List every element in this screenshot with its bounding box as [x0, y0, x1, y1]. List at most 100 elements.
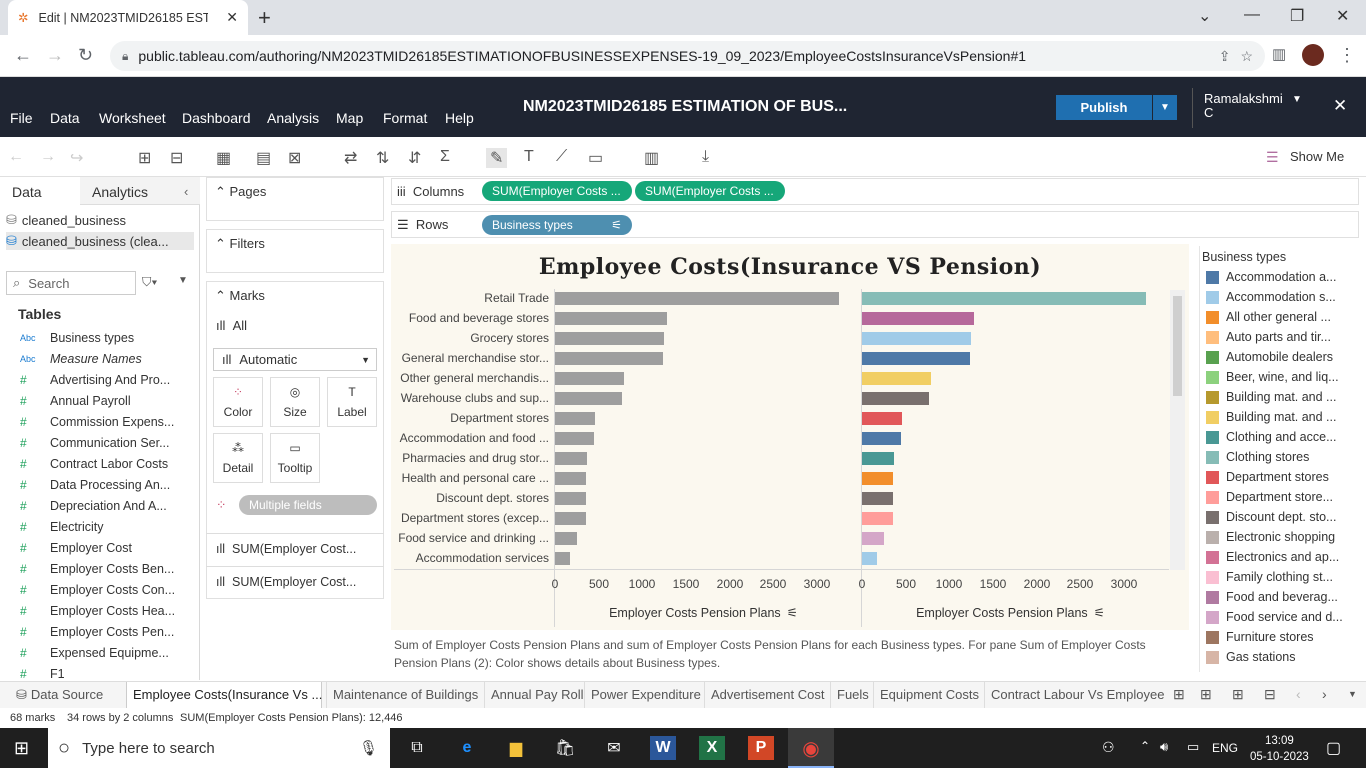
data-source-tab[interactable]: ⛁ Data Source — [10, 682, 120, 708]
rows-pill[interactable]: Business types ⚟ — [482, 215, 632, 235]
legend-item[interactable]: Food service and d... — [1206, 610, 1356, 624]
bar[interactable] — [862, 352, 970, 365]
reload-icon[interactable]: ↻ — [78, 45, 93, 66]
legend-item[interactable]: Beer, wine, and liq... — [1206, 370, 1356, 384]
field-item[interactable]: # Employer Cost — [20, 537, 190, 558]
sheet-tab[interactable]: Annual Pay Roll — [484, 682, 584, 708]
legend-item[interactable]: Food and beverag... — [1206, 590, 1356, 604]
bar[interactable] — [862, 332, 971, 345]
publish-dropdown-icon[interactable]: ▼ — [1153, 95, 1177, 120]
field-item[interactable]: # Electricity — [20, 516, 190, 537]
redo-icon[interactable]: → — [40, 148, 56, 166]
swap-icon[interactable]: ⇄ — [344, 148, 357, 168]
duplicate-sheet-icon[interactable]: ▤ — [256, 148, 271, 168]
fit-icon[interactable]: ▭ — [588, 148, 603, 168]
legend-item[interactable]: Automobile dealers — [1206, 350, 1356, 364]
bar[interactable] — [555, 432, 594, 445]
new-datasource-icon[interactable]: ⊞ — [138, 148, 151, 168]
menu-file[interactable]: File — [10, 110, 33, 126]
legend-item[interactable]: Clothing and acce... — [1206, 430, 1356, 444]
scroll-left-icon[interactable]: ‹ — [1296, 686, 1301, 702]
legend-item[interactable]: Discount dept. sto... — [1206, 510, 1356, 524]
legend-item[interactable]: Family clothing st... — [1206, 570, 1356, 584]
bar[interactable] — [862, 492, 893, 505]
user-menu[interactable]: Ramalakshmi C — [1204, 92, 1284, 120]
legend-item[interactable]: Electronic shopping — [1206, 530, 1356, 544]
bar[interactable] — [862, 292, 1146, 305]
sheet-tab[interactable]: Maintenance of Buildings — [326, 682, 478, 708]
detail-button[interactable]: ⁂ Detail — [213, 433, 263, 483]
legend-item[interactable]: Electronics and ap... — [1206, 550, 1356, 564]
bar[interactable] — [862, 452, 894, 465]
word-icon[interactable]: W — [650, 736, 676, 760]
bar[interactable] — [862, 312, 974, 325]
measure-tab-1[interactable]: ıll SUM(Employer Cost... — [216, 542, 356, 556]
menu-dashboard[interactable]: Dashboard — [182, 110, 251, 126]
filter-fields-icon[interactable]: ⛉▾ — [142, 275, 157, 290]
legend-item[interactable]: Department stores — [1206, 470, 1356, 484]
legend-item[interactable]: Clothing stores — [1206, 450, 1356, 464]
bookmark-star-icon[interactable]: ☆ — [1240, 48, 1253, 65]
color-button[interactable]: ⁘ Color — [213, 377, 263, 427]
replay-icon[interactable]: ↪ — [70, 148, 83, 168]
field-item[interactable]: Abc Business types — [20, 327, 190, 348]
notifications-icon[interactable]: ▢ — [1326, 738, 1341, 758]
excel-icon[interactable]: X — [699, 736, 725, 760]
field-search-input[interactable]: ⌕ Search — [6, 271, 136, 295]
battery-icon[interactable]: ▭ — [1187, 739, 1199, 755]
bar[interactable] — [555, 552, 570, 565]
microphone-icon[interactable]: 🎙︎ — [359, 739, 378, 757]
sort-asc-icon[interactable]: ⇅ — [376, 148, 389, 168]
sort-desc-icon[interactable]: ⇵ — [408, 148, 421, 168]
measure-tab-2[interactable]: ıll SUM(Employer Cost... — [216, 575, 356, 589]
label-button[interactable]: T Label — [327, 377, 377, 427]
legend-item[interactable]: Gas stations — [1206, 650, 1356, 664]
bar[interactable] — [555, 532, 577, 545]
taskbar-search[interactable]: ○ Type here to search 🎙︎ — [48, 728, 390, 768]
close-authoring-icon[interactable]: ✕ — [1333, 96, 1347, 116]
bar[interactable] — [862, 392, 929, 405]
back-icon[interactable]: ← — [14, 45, 32, 66]
format-icon[interactable]: ⟋ — [556, 148, 567, 166]
legend-item[interactable]: Building mat. and ... — [1206, 410, 1356, 424]
scroll-right-icon[interactable]: › — [1322, 686, 1327, 702]
field-item[interactable]: # Communication Ser... — [20, 432, 190, 453]
columns-pill-1[interactable]: SUM(Employer Costs ... — [482, 181, 632, 201]
sheet-tab[interactable]: Power Expenditure — [584, 682, 701, 708]
minimize-icon[interactable]: — — [1244, 6, 1260, 24]
legend-item[interactable]: Accommodation a... — [1206, 270, 1356, 284]
bar[interactable] — [862, 412, 902, 425]
bar[interactable] — [555, 312, 667, 325]
pane-menu-icon[interactable]: ▼ — [178, 275, 188, 286]
presentation-icon[interactable]: ▥ — [644, 148, 659, 168]
window-close-icon[interactable]: ✕ — [1336, 6, 1349, 26]
publish-button[interactable]: Publish — [1056, 95, 1152, 120]
bar[interactable] — [555, 412, 595, 425]
sort-icon[interactable]: ⚟ — [1094, 606, 1105, 620]
sheet-menu-icon[interactable]: ▼ — [1348, 689, 1357, 699]
multiple-fields-pill[interactable]: Multiple fields — [239, 495, 377, 515]
columns-pill-2[interactable]: SUM(Employer Costs ... — [635, 181, 785, 201]
bar[interactable] — [862, 552, 877, 565]
bar[interactable] — [862, 512, 893, 525]
sheet-tab[interactable]: Fuels — [830, 682, 869, 708]
edge-icon[interactable]: e — [454, 736, 480, 760]
address-bar[interactable]: 🔒︎ public.tableau.com/authoring/NM2023TM… — [110, 41, 1265, 71]
bar[interactable] — [555, 492, 586, 505]
bar[interactable] — [555, 372, 624, 385]
people-icon[interactable]: ⚇ — [1102, 739, 1115, 756]
new-tab-icon[interactable]: + — [258, 5, 271, 31]
totals-icon[interactable]: Σ — [440, 148, 450, 166]
menu-worksheet[interactable]: Worksheet — [99, 110, 166, 126]
taskbar-clock[interactable]: 13:09 05-10-2023 — [1250, 733, 1309, 765]
menu-format[interactable]: Format — [383, 110, 427, 126]
mark-type-select[interactable]: ıll Automatic ▼ — [213, 348, 377, 371]
viz-scrollbar[interactable] — [1170, 290, 1185, 570]
legend-item[interactable]: Department store... — [1206, 490, 1356, 504]
field-item[interactable]: Abc Measure Names — [20, 348, 190, 369]
bar[interactable] — [555, 352, 663, 365]
chrome-icon[interactable]: ◉ — [798, 736, 824, 760]
legend-item[interactable]: All other general ... — [1206, 310, 1356, 324]
sort-icon[interactable]: ⚟ — [611, 218, 622, 232]
browser-menu-icon[interactable]: ⋮ — [1338, 45, 1356, 66]
